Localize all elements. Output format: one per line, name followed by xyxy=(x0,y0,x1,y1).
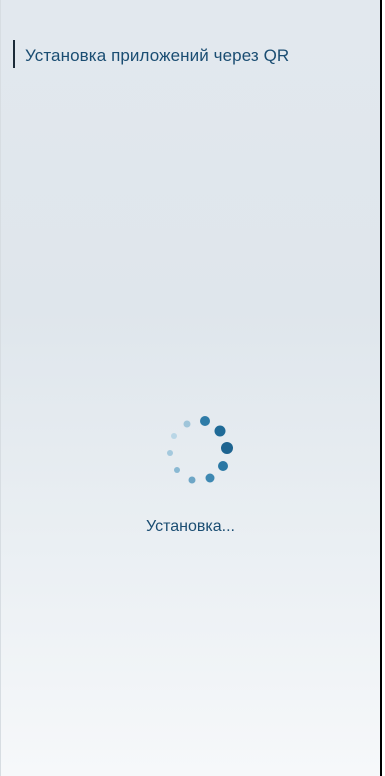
spinner-dot xyxy=(171,433,177,439)
spinner-dot xyxy=(200,416,210,426)
header-accent-bar xyxy=(13,40,15,68)
spinner-dot xyxy=(221,442,233,454)
spinner-dot xyxy=(188,476,196,484)
page-title: Установка приложений через QR xyxy=(25,46,290,65)
loading-status-text: Установка... xyxy=(146,518,235,535)
loading-spinner-icon xyxy=(167,416,233,484)
spinner-dot xyxy=(214,425,226,437)
spinner-dot xyxy=(218,461,228,471)
app-screen: Установка приложений через QR Установка.… xyxy=(0,0,382,776)
spinner-dot xyxy=(205,473,215,483)
spinner-dot xyxy=(183,420,191,428)
spinner-dot xyxy=(167,450,173,456)
loading-panel: Установка... xyxy=(1,412,380,542)
app-header: Установка приложений через QR xyxy=(1,36,380,72)
spinner-dot xyxy=(174,467,180,473)
